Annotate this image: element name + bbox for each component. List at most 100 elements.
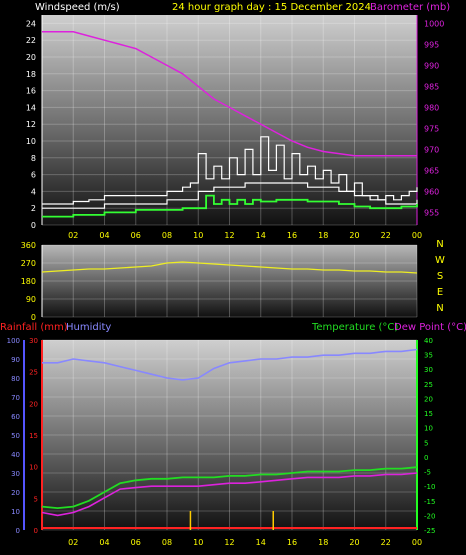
x-tick-label: 14 xyxy=(256,231,266,240)
windspeed-tick-label: 18 xyxy=(26,70,36,79)
x-tick-label: 08 xyxy=(162,538,172,547)
temperature-tick-label: -15 xyxy=(424,498,435,506)
compass-label: S xyxy=(437,271,443,282)
windspeed-tick-label: 4 xyxy=(31,187,36,196)
windspeed-tick-label: 16 xyxy=(26,87,36,96)
rainfall-axis: 0 5 10 15 20 25 30 xyxy=(29,337,43,535)
windspeed-tick-label: 20 xyxy=(26,53,36,62)
compass-axis: NWSEN xyxy=(435,239,445,314)
x-tick-label: 10 xyxy=(193,538,203,547)
barometer-tick-label: 975 xyxy=(424,124,439,133)
humidity-tick-label: 40 xyxy=(11,451,20,459)
windspeed-title: Windspeed (m/s) xyxy=(35,2,120,13)
rainfall-tick-label: 0 xyxy=(34,527,38,535)
humidity-title: Humidity xyxy=(66,322,111,333)
windspeed-tick-label: 12 xyxy=(26,120,36,129)
barometer-tick-label: 955 xyxy=(424,208,439,217)
compass-label: N xyxy=(436,239,443,250)
humidity-tick-label: 100 xyxy=(7,337,20,345)
barometer-tick-label: 985 xyxy=(424,82,439,91)
barometer-tick-label: 995 xyxy=(424,40,439,49)
temperature-tick-label: 40 xyxy=(424,337,433,345)
rainfall-title: Rainfall (mm) xyxy=(0,322,68,333)
x-tick-label: 06 xyxy=(131,538,141,547)
x-tick-label: 18 xyxy=(318,231,328,240)
x-tick-label: 12 xyxy=(224,538,234,547)
humidity-tick-label: 50 xyxy=(11,432,20,440)
rainfall-tick-label: 10 xyxy=(29,464,38,472)
rainfall-tick-label: 15 xyxy=(29,432,38,440)
temperature-tick-label: 20 xyxy=(424,395,433,403)
barometer-tick-label: 1000 xyxy=(424,19,444,28)
temperature-tick-label: 30 xyxy=(424,366,433,374)
x-tick-label: 16 xyxy=(287,538,297,547)
rainfall-tick-label: 5 xyxy=(34,495,38,503)
rainfall-tick-label: 20 xyxy=(29,400,38,408)
rainfall-tick-label: 25 xyxy=(29,369,38,377)
humidity-axis: 0 10 20 30 40 50 60 70 80 90 100 xyxy=(7,337,25,535)
humidity-tick-label: 90 xyxy=(11,356,20,364)
x-tick-label: 16 xyxy=(287,231,297,240)
x-tick-label: 00 xyxy=(412,538,422,547)
x-tick-label: 20 xyxy=(349,231,359,240)
barometer-tick-label: 970 xyxy=(424,145,439,154)
humidity-tick-label: 0 xyxy=(16,527,20,535)
direction-tick-label: 270 xyxy=(21,259,36,268)
humidity-tick-label: 30 xyxy=(11,470,20,478)
windspeed-tick-label: 22 xyxy=(26,36,36,45)
barometer-tick-label: 960 xyxy=(424,187,439,196)
x-tick-label: 02 xyxy=(68,231,78,240)
direction-tick-label: 0 xyxy=(31,313,36,322)
direction-tick-label: 90 xyxy=(26,295,36,304)
x-tick-label: 06 xyxy=(131,231,141,240)
barometer-tick-label: 990 xyxy=(424,61,439,70)
windspeed-tick-label: 14 xyxy=(26,103,36,112)
x-tick-label: 04 xyxy=(99,231,109,240)
temperature-tick-label: -25 xyxy=(424,527,435,535)
x-tick-label: 02 xyxy=(68,538,78,547)
humidity-tick-label: 20 xyxy=(11,489,20,497)
x-tick-label: 00 xyxy=(412,231,422,240)
temperature-axis: -25 -20 -15 -10 -5 0 5 10 15 20 25 30 35 40 xyxy=(416,337,435,535)
windspeed-tick-label: 8 xyxy=(31,154,36,163)
temperature-tick-label: -5 xyxy=(424,469,431,477)
graph-date-title: 24 hour graph day : 15 December 2024 xyxy=(172,2,371,13)
direction-axis: 0 90 180 270 360 xyxy=(21,241,43,322)
windspeed-tick-label: 24 xyxy=(26,19,36,28)
temperature-title: Temperature (°C) xyxy=(311,322,398,333)
rht-x-axis: 02 04 06 08 10 12 14 16 18 20 22 00 xyxy=(68,538,422,547)
windspeed-tick-label: 2 xyxy=(31,204,36,213)
humidity-tick-label: 70 xyxy=(11,394,20,402)
temperature-tick-label: 25 xyxy=(424,381,433,389)
windspeed-tick-label: 0 xyxy=(31,221,36,230)
rainfall-tick-label: 30 xyxy=(29,337,38,345)
barometer-tick-label: 980 xyxy=(424,103,439,112)
compass-label: N xyxy=(436,303,443,314)
humidity-tick-label: 60 xyxy=(11,413,20,421)
barometer-title: Barometer (mb) xyxy=(370,2,450,13)
temperature-tick-label: -20 xyxy=(424,512,435,520)
barometer-tick-label: 965 xyxy=(424,166,439,175)
weather-graph: Windspeed (m/s) 24 hour graph day : 15 D… xyxy=(0,2,466,547)
humidity-tick-label: 10 xyxy=(11,508,20,516)
x-tick-label: 18 xyxy=(318,538,328,547)
temperature-tick-label: -10 xyxy=(424,483,435,491)
humidity-tick-label: 80 xyxy=(11,375,20,383)
temperature-tick-label: 5 xyxy=(424,439,428,447)
temperature-tick-label: 35 xyxy=(424,352,433,360)
wind-baro-x-axis: 02 04 06 08 10 12 14 16 18 20 22 00 xyxy=(68,231,422,240)
x-tick-label: 12 xyxy=(224,231,234,240)
windspeed-axis: 024681012141618202224 xyxy=(26,15,43,230)
x-tick-label: 22 xyxy=(381,231,391,240)
x-tick-label: 14 xyxy=(256,538,266,547)
dewpoint-title: Dew Point (°C) xyxy=(394,322,466,333)
x-tick-label: 10 xyxy=(193,231,203,240)
x-tick-label: 08 xyxy=(162,231,172,240)
temperature-tick-label: 15 xyxy=(424,410,433,418)
temperature-tick-label: 0 xyxy=(424,454,428,462)
compass-label: E xyxy=(437,287,443,298)
x-tick-label: 20 xyxy=(349,538,359,547)
compass-label: W xyxy=(435,255,445,266)
barometer-axis: 955 960 965 970 975 980 985 990 995 1000 xyxy=(416,15,444,225)
temperature-tick-label: 10 xyxy=(424,425,433,433)
